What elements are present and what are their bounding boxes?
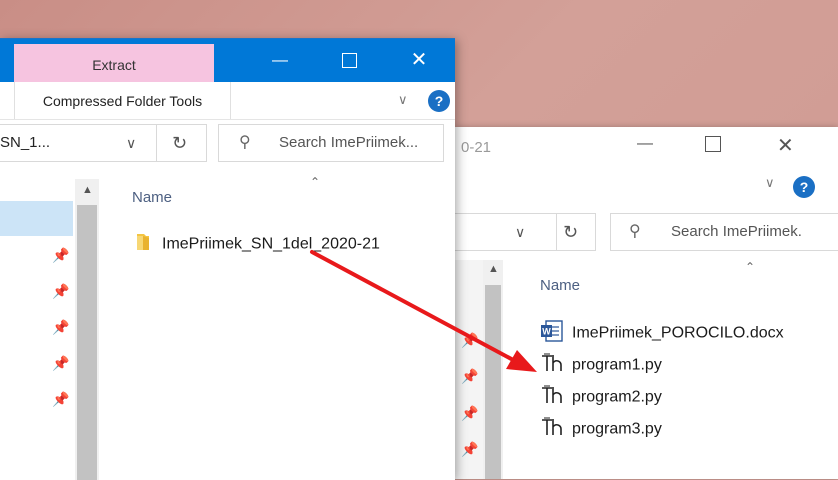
ribbon: Compressed Folder Tools ∨ ? bbox=[0, 82, 455, 120]
chevron-down-icon[interactable]: ∨ bbox=[398, 92, 408, 108]
navigation-pane[interactable]: 📌 📌 📌 📌 📌 bbox=[0, 179, 75, 480]
address-bar[interactable]: ∨ ↻ bbox=[455, 213, 596, 251]
pin-icon[interactable]: 📌 bbox=[461, 332, 478, 349]
list-item[interactable]: ImePriimek_SN_1del_2020-21 bbox=[132, 232, 380, 257]
scrollbar-thumb[interactable] bbox=[77, 205, 97, 480]
list-item[interactable]: W ImePriimek_POROCILO.docx bbox=[540, 320, 784, 347]
navigation-pane[interactable]: 📌 📌 📌 📌 bbox=[455, 260, 483, 479]
refresh-icon[interactable]: ↻ bbox=[172, 125, 187, 161]
column-header-name[interactable]: Name bbox=[132, 189, 172, 206]
search-input[interactable]: Search ImePriimek... bbox=[279, 125, 418, 161]
file-name: program1.py bbox=[572, 356, 662, 374]
folder-name: ImePriimek_SN_1del_2020-21 bbox=[162, 235, 380, 253]
minimize-button[interactable]: — bbox=[257, 39, 303, 82]
folder-icon bbox=[132, 232, 154, 257]
address-bar[interactable]: SN_1... ∨ ↻ bbox=[0, 124, 207, 162]
title-bar[interactable]: Extract — ✕ bbox=[0, 39, 455, 82]
python-file-icon bbox=[540, 416, 564, 443]
file-name: program2.py bbox=[572, 388, 662, 406]
nav-selected-item[interactable] bbox=[0, 201, 73, 236]
pin-icon[interactable]: 📌 bbox=[52, 355, 69, 372]
explorer-window-front: Extract — ✕ Compressed Folder Tools ∨ ? … bbox=[0, 38, 455, 480]
sort-caret-icon: ⌃ bbox=[310, 175, 321, 189]
tab-extract[interactable]: Extract bbox=[14, 44, 214, 82]
pin-icon[interactable]: 📌 bbox=[461, 368, 478, 385]
sort-caret-icon: ⌃ bbox=[745, 260, 756, 274]
search-box[interactable]: ⚲ Search ImePriimek. bbox=[610, 213, 838, 251]
nav-scrollbar[interactable]: ▲ bbox=[75, 179, 99, 480]
pin-icon[interactable]: 📌 bbox=[52, 283, 69, 300]
file-name: program3.py bbox=[572, 420, 662, 438]
help-icon[interactable]: ? bbox=[428, 90, 450, 112]
explorer-window-back: 0-21 — ✕ ∨ ? ∨ ↻ ⚲ Search ImePriimek. 📌 … bbox=[455, 127, 838, 479]
svg-text:W: W bbox=[542, 327, 551, 337]
scrollbar-thumb[interactable] bbox=[485, 285, 501, 479]
maximize-button[interactable] bbox=[326, 39, 372, 82]
nav-scrollbar[interactable]: ▲ bbox=[483, 260, 503, 479]
list-item[interactable]: program3.py bbox=[540, 416, 662, 443]
window-title: 0-21 bbox=[461, 139, 492, 156]
python-file-icon bbox=[540, 384, 564, 411]
list-item[interactable]: program2.py bbox=[540, 384, 662, 411]
list-item[interactable]: program1.py bbox=[540, 352, 662, 379]
maximize-button[interactable] bbox=[705, 136, 721, 152]
address-divider bbox=[156, 125, 157, 161]
search-input[interactable]: Search ImePriimek. bbox=[671, 214, 802, 250]
search-icon: ⚲ bbox=[629, 223, 641, 240]
search-box[interactable]: ⚲ Search ImePriimek... bbox=[218, 124, 444, 162]
column-header-name[interactable]: Name bbox=[540, 277, 580, 294]
address-dropdown-icon[interactable]: ∨ bbox=[515, 214, 525, 250]
pin-icon[interactable]: 📌 bbox=[461, 441, 478, 458]
maximize-icon bbox=[341, 53, 357, 69]
tab-compressed-folder-tools[interactable]: Compressed Folder Tools bbox=[14, 82, 231, 119]
pin-icon[interactable]: 📌 bbox=[52, 319, 69, 336]
chevron-down-icon[interactable]: ∨ bbox=[765, 175, 775, 191]
pin-icon[interactable]: 📌 bbox=[52, 391, 69, 408]
scroll-up-icon[interactable]: ▲ bbox=[488, 263, 499, 275]
help-icon[interactable]: ? bbox=[793, 176, 815, 198]
word-doc-icon: W bbox=[540, 320, 564, 347]
close-button[interactable]: ✕ bbox=[396, 39, 442, 82]
address-divider bbox=[556, 214, 557, 250]
pin-icon[interactable]: 📌 bbox=[52, 247, 69, 264]
minimize-button[interactable]: — bbox=[637, 135, 653, 153]
address-path[interactable]: SN_1... bbox=[0, 125, 50, 161]
address-dropdown-icon[interactable]: ∨ bbox=[126, 125, 136, 161]
scroll-up-icon[interactable]: ▲ bbox=[82, 184, 93, 196]
python-file-icon bbox=[540, 352, 564, 379]
pin-icon[interactable]: 📌 bbox=[461, 405, 478, 422]
refresh-icon[interactable]: ↻ bbox=[563, 214, 578, 250]
file-name: ImePriimek_POROCILO.docx bbox=[572, 324, 784, 342]
search-icon: ⚲ bbox=[239, 134, 251, 151]
close-button[interactable]: ✕ bbox=[777, 133, 794, 158]
